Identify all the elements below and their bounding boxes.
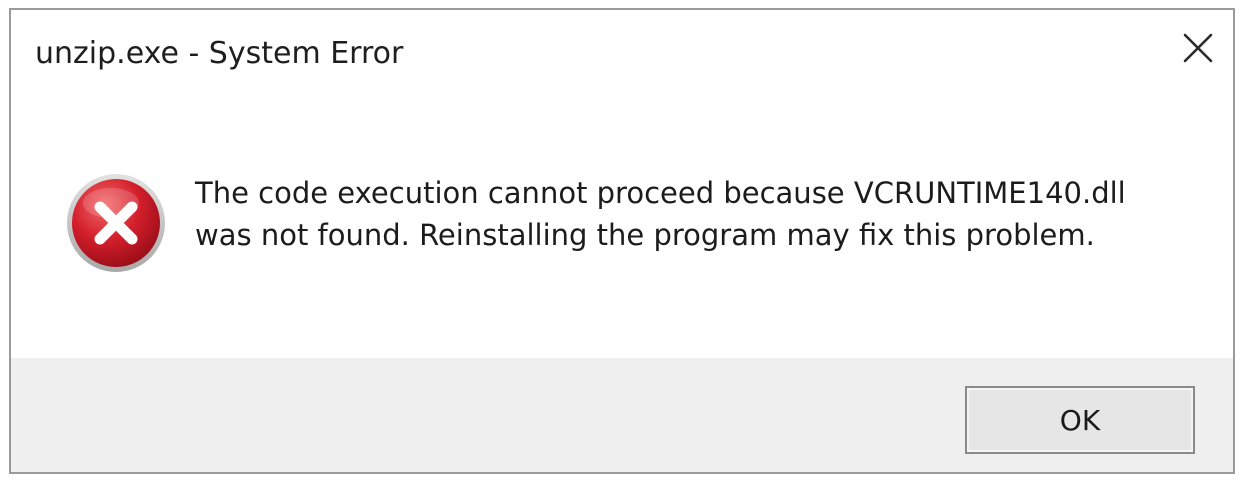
error-message: The code execution cannot proceed becaus… bbox=[195, 176, 1126, 252]
dialog-footer: OK bbox=[11, 358, 1233, 472]
close-button[interactable] bbox=[1167, 18, 1229, 82]
dialog-content: The code execution cannot proceed becaus… bbox=[11, 100, 1233, 358]
error-icon bbox=[65, 172, 167, 274]
close-icon bbox=[1181, 31, 1215, 69]
ok-button[interactable]: OK bbox=[965, 386, 1195, 454]
window-title: unzip.exe - System Error bbox=[35, 36, 404, 71]
title-bar: unzip.exe - System Error bbox=[11, 10, 1233, 100]
system-error-dialog: unzip.exe - System Error The code execut… bbox=[9, 8, 1235, 474]
